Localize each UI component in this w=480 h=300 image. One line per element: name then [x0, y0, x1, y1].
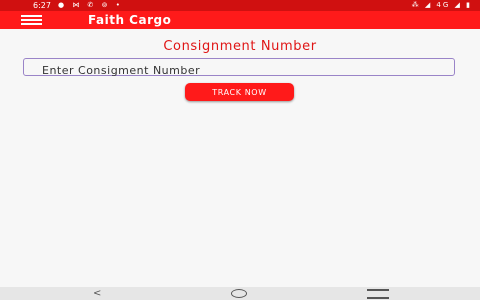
consignment-number-input[interactable] — [24, 62, 454, 79]
back-icon[interactable]: < — [93, 288, 101, 299]
hamburger-menu-icon[interactable] — [21, 15, 42, 25]
status-time: 6:27 — [33, 1, 51, 10]
consignment-input-container — [23, 58, 455, 79]
recents-icon[interactable] — [367, 289, 389, 299]
app-bar: Faith Cargo — [0, 11, 480, 29]
home-circle-icon[interactable] — [231, 289, 247, 298]
status-bar: 6:27 ● ⋈ ✆ ⊚ • ⁂ ◢ 4G ◢ ▮ — [0, 0, 480, 11]
track-now-button[interactable]: TRACK NOW — [185, 83, 294, 101]
notification-icons: ● ⋈ ✆ ⊚ • — [58, 1, 123, 9]
app-title: Faith Cargo — [88, 13, 172, 27]
navigation-bar: < — [0, 287, 480, 300]
signal-battery-icons: ⁂ ◢ 4G ◢ ▮ — [411, 1, 472, 9]
consignment-heading: Consignment Number — [163, 39, 317, 54]
